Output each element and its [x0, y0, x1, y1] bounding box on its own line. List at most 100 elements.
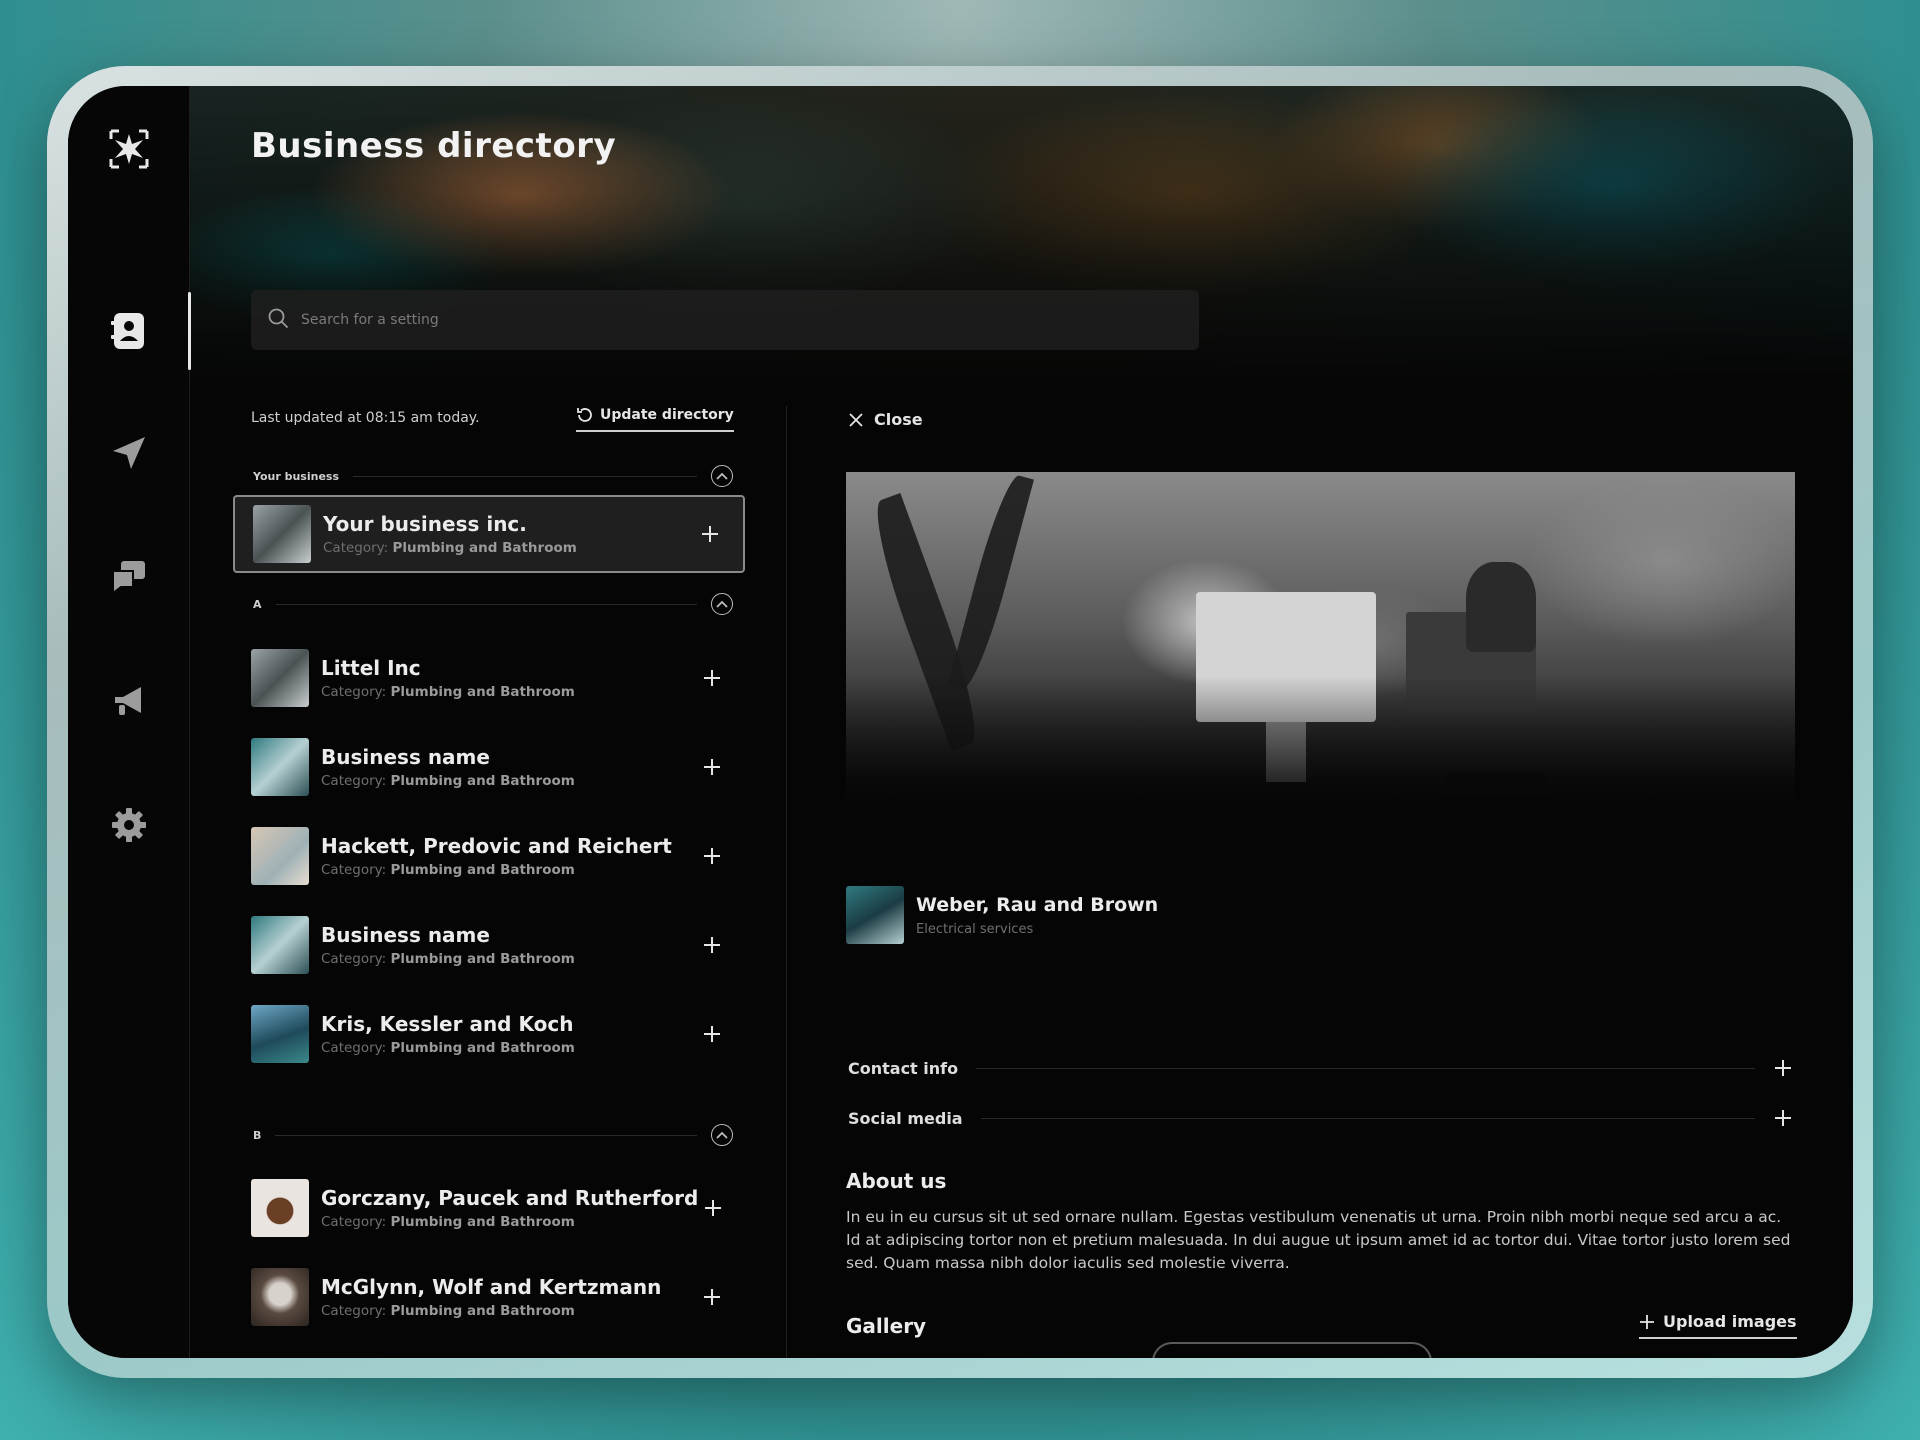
plus-icon[interactable]	[1773, 1058, 1793, 1078]
plus-icon	[704, 670, 720, 686]
section-divider	[275, 603, 697, 605]
app-window: Business directory Last	[68, 86, 1853, 1358]
close-label: Close	[874, 410, 923, 429]
business-thumbnail	[251, 1179, 309, 1237]
column-divider	[786, 406, 787, 1358]
update-directory-button[interactable]: Update directory	[576, 406, 734, 432]
upload-images-label: Upload images	[1663, 1312, 1797, 1331]
accordion-label: Contact info	[848, 1058, 959, 1078]
business-name: Hackett, Predovic and Reichert	[321, 834, 672, 858]
chevron-up-icon	[716, 1131, 728, 1139]
search-bar[interactable]	[251, 290, 1199, 350]
last-updated-text: Last updated at 08:15 am today.	[251, 410, 480, 426]
send-icon[interactable]	[106, 430, 152, 476]
close-button[interactable]: Close	[848, 410, 923, 429]
about-text: In eu in eu cursus sit ut sed ornare nul…	[846, 1208, 1791, 1272]
chevron-up-icon	[716, 600, 728, 608]
update-directory-label: Update directory	[600, 407, 734, 423]
page-title: Business directory	[251, 126, 617, 166]
accordion-divider	[980, 1117, 1755, 1119]
business-thumbnail	[251, 649, 309, 707]
collapse-toggle[interactable]	[711, 465, 733, 487]
business-thumbnail	[251, 738, 309, 796]
list-item-selected[interactable]: Your business inc. Category: Plumbing an…	[233, 495, 745, 573]
add-button[interactable]	[695, 519, 725, 549]
list-item[interactable]: Littel Inc Category: Plumbing and Bathro…	[233, 639, 745, 717]
add-button[interactable]	[697, 1019, 727, 1049]
business-detail-name: Weber, Rau and Brown	[916, 893, 1159, 916]
business-name: Kris, Kessler and Koch	[321, 1012, 574, 1036]
business-category: Category: Plumbing and Bathroom	[321, 862, 575, 878]
chat-icon[interactable]	[106, 554, 152, 600]
chevron-up-icon	[716, 472, 728, 480]
business-category: Category: Plumbing and Bathroom	[323, 540, 577, 556]
gear-icon[interactable]	[106, 802, 152, 848]
business-category: Category: Plumbing and Bathroom	[321, 1303, 575, 1319]
business-name: Littel Inc	[321, 656, 421, 680]
add-button[interactable]	[697, 1282, 727, 1312]
section-header-your-business: Your business	[253, 464, 733, 488]
list-item[interactable]: Gorczany, Paucek and Rutherford Category…	[233, 1169, 745, 1247]
close-icon	[849, 412, 863, 427]
upload-images-button[interactable]: Upload images	[1639, 1312, 1797, 1339]
plus-icon[interactable]	[1773, 1108, 1793, 1128]
gallery-heading: Gallery	[846, 1314, 927, 1338]
business-thumbnail	[251, 916, 309, 974]
plus-icon	[704, 848, 720, 864]
sidebar	[68, 86, 191, 1358]
business-thumbnail	[253, 505, 311, 563]
section-divider	[275, 1134, 697, 1136]
plus-icon	[704, 1026, 720, 1042]
add-button[interactable]	[697, 752, 727, 782]
business-category: Category: Plumbing and Bathroom	[321, 773, 575, 789]
business-detail-category: Electrical services	[916, 921, 1034, 937]
business-detail-header: Weber, Rau and Brown Electrical services	[846, 886, 1158, 944]
list-item[interactable]: Kris, Kessler and Koch Category: Plumbin…	[233, 995, 745, 1073]
megaphone-icon[interactable]	[106, 678, 152, 724]
plus-icon	[704, 759, 720, 775]
business-category: Category: Plumbing and Bathroom	[321, 1040, 575, 1056]
business-category: Category: Plumbing and Bathroom	[321, 684, 575, 700]
plus-icon	[704, 1200, 721, 1216]
sidebar-active-indicator	[188, 292, 191, 370]
business-logo	[846, 886, 904, 944]
list-item[interactable]: Business name Category: Plumbing and Bat…	[233, 728, 745, 806]
section-label: B	[253, 1128, 262, 1142]
section-label: A	[253, 597, 262, 611]
plus-icon	[704, 937, 720, 953]
business-thumbnail	[251, 1268, 309, 1326]
contacts-icon[interactable]	[106, 308, 152, 354]
section-header-b: B	[253, 1123, 733, 1147]
list-item[interactable]: McGlynn, Wolf and Kertzmann Category: Pl…	[233, 1258, 745, 1336]
business-name: McGlynn, Wolf and Kertzmann	[321, 1275, 662, 1299]
add-button[interactable]	[698, 1193, 727, 1223]
logo-icon	[106, 126, 152, 172]
section-label: Your business	[253, 469, 340, 483]
business-name: Business name	[321, 923, 490, 947]
plus-icon	[704, 1289, 720, 1305]
accordion-contact-info[interactable]: Contact info	[848, 1053, 1793, 1083]
accordion-label: Social media	[848, 1108, 963, 1128]
collapse-toggle[interactable]	[711, 1124, 733, 1146]
business-thumbnail	[251, 827, 309, 885]
search-input[interactable]	[301, 312, 1101, 328]
business-thumbnail	[251, 1005, 309, 1063]
search-icon	[267, 307, 289, 333]
list-item[interactable]: Business name Category: Plumbing and Bat…	[233, 906, 745, 984]
business-category: Category: Plumbing and Bathroom	[321, 951, 575, 967]
section-header-a: A	[253, 592, 733, 616]
about-heading: About us	[846, 1169, 947, 1193]
add-button[interactable]	[697, 663, 727, 693]
collapse-toggle[interactable]	[711, 593, 733, 615]
business-name: Gorczany, Paucek and Rutherford	[321, 1186, 699, 1210]
list-item[interactable]: Hackett, Predovic and Reichert Category:…	[233, 817, 745, 895]
accordion-social-media[interactable]: Social media	[848, 1103, 1793, 1133]
add-button[interactable]	[697, 841, 727, 871]
plus-icon	[1640, 1314, 1654, 1329]
business-cover-photo	[846, 472, 1795, 812]
home-indicator	[1152, 1342, 1432, 1358]
plus-icon	[702, 526, 718, 542]
business-name: Business name	[321, 745, 490, 769]
add-button[interactable]	[697, 930, 727, 960]
business-category: Category: Plumbing and Bathroom	[321, 1214, 575, 1230]
